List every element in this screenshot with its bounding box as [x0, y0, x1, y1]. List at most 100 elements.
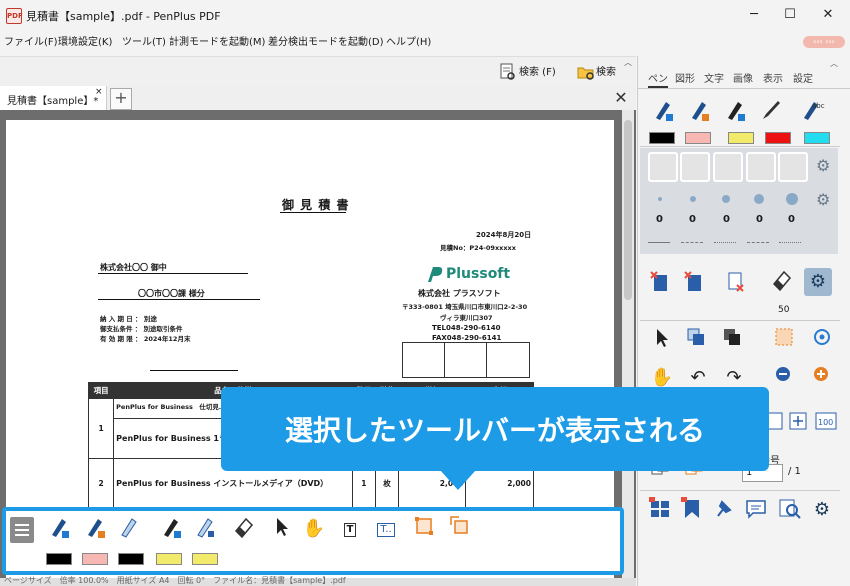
doc-payment: 御支払条件 ： 別途取引条件	[100, 325, 183, 333]
toolbar-color-black-2[interactable]	[118, 553, 144, 565]
insert-page-icon[interactable]	[680, 270, 708, 298]
search-button[interactable]: 検索 (F)	[500, 63, 556, 83]
zoom-100-icon[interactable]: 100	[812, 410, 840, 438]
pen2-icon[interactable]	[684, 98, 712, 126]
zoom-in-icon[interactable]	[808, 364, 836, 392]
doc-fax: FAX048-290-6141	[432, 334, 502, 342]
menu-diff-mode[interactable]: 差分検出モードを起動(D)	[268, 33, 384, 48]
opacity-value: 0	[756, 214, 763, 225]
line-dashdot[interactable]	[747, 242, 769, 243]
select-arrow-icon[interactable]	[648, 326, 676, 354]
collapse-up-icon[interactable]: ︿	[624, 57, 632, 68]
title-bar: PDF 見積書【sample】.pdf - PenPlus PDF ─ ☐ ✕	[0, 0, 850, 30]
tab-pen[interactable]: ペン	[648, 70, 668, 88]
tab-view[interactable]: 表示	[763, 70, 783, 85]
area-select-icon[interactable]	[770, 326, 798, 354]
color-swatch-red[interactable]	[765, 132, 791, 144]
opacity-value: 0	[656, 214, 663, 225]
search-toolbar: 検索 (F) 検索 ︿	[0, 56, 636, 87]
pin-icon[interactable]	[710, 496, 738, 524]
menu-tools[interactable]: ツール(T)	[122, 33, 166, 48]
eraser-settings-gear-icon[interactable]: ⚙	[804, 268, 832, 296]
zoom-out-icon[interactable]	[770, 364, 798, 392]
pen2-icon[interactable]	[80, 515, 108, 543]
tab-settings[interactable]: 設定	[793, 70, 813, 85]
style-settings-gear-icon[interactable]: ⚙	[816, 156, 830, 175]
select-arrow-icon[interactable]	[268, 515, 296, 543]
table-cell: 2	[87, 458, 115, 509]
pen3-icon[interactable]	[720, 98, 748, 126]
clear-page-icon[interactable]	[722, 270, 750, 298]
line-dashed[interactable]	[681, 242, 703, 243]
hamburger-menu-icon[interactable]	[10, 517, 34, 543]
width-dot-1[interactable]	[658, 197, 662, 201]
menu-settings[interactable]: 環境設定(K)	[58, 33, 112, 48]
callout-tail	[440, 470, 476, 490]
fit-width-icon[interactable]	[784, 410, 812, 438]
width-dot-4[interactable]	[754, 194, 764, 204]
color-swatch-pink[interactable]	[685, 132, 711, 144]
close-document-button[interactable]: ✕	[609, 87, 633, 109]
toolbar-color-black[interactable]	[46, 553, 72, 565]
menu-measure-mode[interactable]: 計測モードを起動(M)	[169, 33, 265, 48]
minimize-button[interactable]: ─	[744, 5, 764, 25]
width-settings-gear-icon[interactable]: ⚙	[816, 190, 830, 209]
style-slot-1[interactable]	[648, 152, 678, 182]
folder-search-button[interactable]: 検索	[577, 63, 616, 83]
bookmark-icon[interactable]	[678, 496, 706, 524]
toolbar-color-yellow-2[interactable]	[192, 553, 218, 565]
callout-bubble: 選択したツールバーが表示される	[221, 387, 769, 471]
text-tool-icon[interactable]: T	[336, 515, 364, 543]
pen3-icon[interactable]	[156, 515, 184, 543]
find-icon[interactable]	[776, 496, 804, 524]
comment-icon[interactable]	[742, 496, 770, 524]
tab-document[interactable]: 見積書【sample】* ×	[0, 86, 107, 110]
tab-close-icon[interactable]: ×	[95, 87, 103, 97]
width-dot-2[interactable]	[690, 196, 696, 202]
panel-gear-icon[interactable]: ⚙	[808, 496, 836, 524]
style-slot-4[interactable]	[746, 152, 776, 182]
menu-file[interactable]: ファイル(F)	[4, 33, 58, 48]
toolbar-color-yellow[interactable]	[156, 553, 182, 565]
frame-icon[interactable]	[410, 515, 438, 543]
tab-text[interactable]: 文字	[704, 70, 724, 85]
transform-icon[interactable]	[446, 515, 474, 543]
delete-page-icon[interactable]	[646, 270, 674, 298]
hand-icon[interactable]: ✋	[300, 515, 328, 543]
style-slot-5[interactable]	[778, 152, 808, 182]
text-box-icon[interactable]: T..	[372, 515, 400, 543]
thumbnail-grid-icon[interactable]	[646, 496, 674, 524]
new-tab-button[interactable]: +	[110, 88, 132, 110]
color-swatch-yellow[interactable]	[728, 132, 754, 144]
tab-shape[interactable]: 図形	[675, 70, 695, 85]
line-dashdotdot[interactable]	[779, 242, 801, 243]
status-bar: ページサイズ 倍率 100.0% 用紙サイズ A4 回転 0° ファイル名：見積…	[0, 576, 636, 586]
style-slot-2[interactable]	[680, 152, 710, 182]
maximize-button[interactable]: ☐	[780, 5, 800, 25]
panel-collapse-pill[interactable]: ‹‹‹ ›››	[803, 36, 845, 48]
text-pen-icon[interactable]: abc	[798, 98, 826, 126]
opacity-value: 0	[689, 214, 696, 225]
tab-image[interactable]: 画像	[733, 70, 753, 85]
pen1-icon[interactable]	[648, 98, 676, 126]
pen1-icon[interactable]	[44, 515, 72, 543]
eraser-icon[interactable]	[230, 515, 258, 543]
line-dotted[interactable]	[714, 242, 736, 243]
eraser-icon[interactable]	[768, 268, 796, 296]
close-button[interactable]: ✕	[818, 5, 838, 25]
menu-help[interactable]: ヘルプ(H)	[386, 33, 431, 48]
style-slot-3[interactable]	[713, 152, 743, 182]
brush-icon[interactable]	[756, 98, 784, 126]
line-solid[interactable]	[648, 242, 670, 243]
toolbar-color-pink[interactable]	[82, 553, 108, 565]
copy-icon[interactable]	[682, 326, 710, 354]
pencil-icon[interactable]	[114, 515, 142, 543]
color-swatch-cyan[interactable]	[804, 132, 830, 144]
color-swatch-black[interactable]	[649, 132, 675, 144]
width-dot-5[interactable]	[786, 193, 798, 205]
target-icon[interactable]	[808, 326, 836, 354]
collapse-up-icon[interactable]: ︿	[830, 58, 838, 69]
width-dot-3[interactable]	[722, 195, 730, 203]
paste-icon[interactable]	[718, 326, 746, 354]
highlighter-icon[interactable]	[190, 515, 218, 543]
